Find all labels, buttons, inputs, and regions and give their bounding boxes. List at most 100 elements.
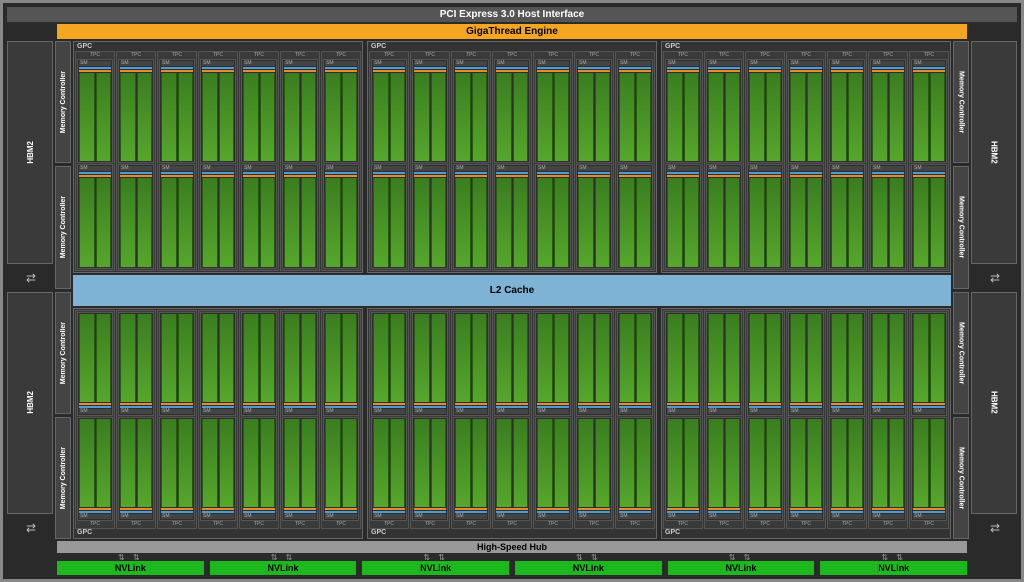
sm-label: SM xyxy=(667,514,699,519)
tpc-block: TPCSMSM xyxy=(116,51,156,271)
sm-cores xyxy=(708,178,740,266)
tpc-block: TPCSMSM xyxy=(410,51,450,271)
sm-instruction-bar xyxy=(537,70,569,72)
sm-cores xyxy=(120,314,152,402)
cuda-core-array xyxy=(578,73,594,161)
sm-cores xyxy=(537,178,569,266)
sm-cores xyxy=(913,73,945,161)
sm-instruction-bar xyxy=(619,403,651,405)
sm-register-bar xyxy=(749,67,781,69)
sm-instruction-bar xyxy=(243,175,275,177)
sm-label: SM xyxy=(537,61,569,66)
sm-block: SM xyxy=(77,164,113,268)
sm-label: SM xyxy=(619,61,651,66)
tpc-label: TPC xyxy=(870,53,906,58)
cuda-core-array xyxy=(684,419,700,507)
cuda-core-array xyxy=(96,419,112,507)
sm-label: SM xyxy=(537,409,569,414)
tpc-block: TPCSMSM xyxy=(75,51,115,271)
sm-instruction-bar xyxy=(284,175,316,177)
cuda-core-array xyxy=(913,419,929,507)
sm-label: SM xyxy=(872,409,904,414)
sm-block: SM xyxy=(241,417,277,521)
sm-block: SM xyxy=(911,417,947,521)
sm-label: SM xyxy=(414,166,446,171)
sm-instruction-bar xyxy=(708,70,740,72)
sm-cores xyxy=(790,178,822,266)
sm-instruction-bar xyxy=(913,403,945,405)
memory-controller: Memory Controller xyxy=(953,166,969,288)
tpc-block: SMSMTPC xyxy=(663,310,703,530)
cuda-core-array xyxy=(120,178,136,266)
sm-label: SM xyxy=(578,514,610,519)
sm-instruction-bar xyxy=(455,508,487,510)
sm-block: SM xyxy=(282,312,318,416)
sm-instruction-bar xyxy=(284,70,316,72)
sm-label: SM xyxy=(578,166,610,171)
sm-cores xyxy=(708,314,740,402)
cuda-core-array xyxy=(684,73,700,161)
gpc-label: GPC xyxy=(663,43,949,51)
sm-instruction-bar xyxy=(373,403,405,405)
sm-label: SM xyxy=(202,166,234,171)
sm-instruction-bar xyxy=(619,508,651,510)
sm-block: SM xyxy=(576,164,612,268)
sm-block: SM xyxy=(747,417,783,521)
sm-block: SM xyxy=(241,164,277,268)
gpc-block: GPCTPCSMSMTPCSMSMTPCSMSMTPCSMSMTPCSMSMTP… xyxy=(661,41,951,273)
tpc-label: TPC xyxy=(453,522,489,527)
sm-cores xyxy=(455,73,487,161)
sm-block: SM xyxy=(829,59,865,163)
sm-label: SM xyxy=(325,514,357,519)
tpc-row: TPCSMSMTPCSMSMTPCSMSMTPCSMSMTPCSMSMTPCSM… xyxy=(369,51,655,271)
sm-block: SM xyxy=(747,312,783,416)
tpc-label: TPC xyxy=(911,53,947,58)
sm-label: SM xyxy=(708,61,740,66)
sm-instruction-bar xyxy=(496,403,528,405)
tpc-label: TPC xyxy=(494,522,530,527)
bus-arrows-icon: ⇄ xyxy=(971,517,1017,539)
cuda-core-array xyxy=(202,178,218,266)
sm-label: SM xyxy=(496,61,528,66)
cuda-core-array xyxy=(284,419,300,507)
hbm-col-right: HBM2 ⇄ HBM2 ⇄ xyxy=(971,41,1017,539)
cuda-core-array xyxy=(79,73,95,161)
sm-cores xyxy=(414,178,446,266)
sm-block: SM xyxy=(159,59,195,163)
sm-instruction-bar xyxy=(325,403,357,405)
cuda-core-array xyxy=(807,419,823,507)
nvlink-block: ⇅ ⇅NVLink xyxy=(362,555,509,575)
cuda-core-array xyxy=(178,419,194,507)
tpc-block: TPCSMSM xyxy=(704,51,744,271)
sm-label: SM xyxy=(749,166,781,171)
sm-block: SM xyxy=(788,164,824,268)
sm-instruction-bar xyxy=(325,508,357,510)
cuda-core-array xyxy=(390,419,406,507)
sm-label: SM xyxy=(831,61,863,66)
sm-cores xyxy=(578,178,610,266)
sm-block: SM xyxy=(200,164,236,268)
sm-label: SM xyxy=(831,166,863,171)
cuda-core-array xyxy=(848,314,864,402)
cuda-core-array xyxy=(537,419,553,507)
cuda-core-array xyxy=(513,178,529,266)
sm-instruction-bar xyxy=(749,70,781,72)
tpc-block: SMSMTPC xyxy=(745,310,785,530)
sm-register-bar xyxy=(243,172,275,174)
sm-label: SM xyxy=(414,409,446,414)
sm-cores xyxy=(619,73,651,161)
sm-instruction-bar xyxy=(161,70,193,72)
cuda-core-array xyxy=(619,419,635,507)
tpc-label: TPC xyxy=(617,53,653,58)
tpc-label: TPC xyxy=(412,522,448,527)
bus-arrows-icon: ⇄ xyxy=(7,267,53,289)
sm-block: SM xyxy=(911,59,947,163)
tpc-label: TPC xyxy=(665,53,701,58)
sm-label: SM xyxy=(284,409,316,414)
sm-label: SM xyxy=(161,61,193,66)
sm-instruction-bar xyxy=(496,175,528,177)
sm-cores xyxy=(243,73,275,161)
gpc-block: SMSMTPCSMSMTPCSMSMTPCSMSMTPCSMSMTPCSMSMT… xyxy=(73,308,363,540)
cuda-core-array xyxy=(930,419,946,507)
sm-instruction-bar xyxy=(537,403,569,405)
